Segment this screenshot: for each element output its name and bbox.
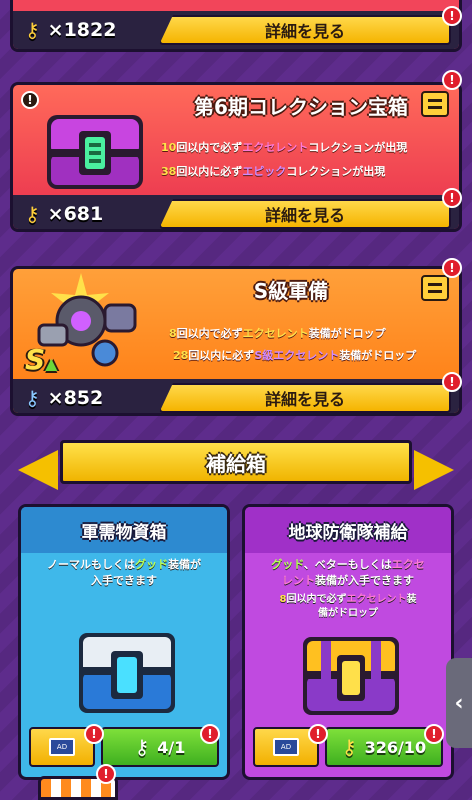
ad-video-icon: AD [273,738,299,756]
keybar: ⚷ ×852 詳細を見る [13,379,459,413]
blue-chest-image [79,633,175,713]
card-military-supply: 軍需物資箱 ノーマルもしくはグッド装備が 入手できます AD ⚷ 4/1 [18,504,230,780]
panel-title: 第6期コレクション宝箱 [194,95,408,119]
key-icon: ⚷ [341,735,357,759]
arrow-right-icon [414,450,454,490]
panel-top: ⚷ ×1822 詳細を見る [10,0,462,52]
keybar: ⚷ ×1822 詳細を見る [13,11,459,49]
drop-rule-1: 8回以内で必ずエクセレント装備がドロップ [169,327,386,340]
key-icon: ⚷ [25,18,40,42]
detail-button[interactable]: 詳細を見る [159,15,451,45]
purple-chest-image [47,115,143,189]
keybar: ⚷ ×681 詳細を見る [13,195,459,229]
alert-badge: ! [442,70,462,90]
key-count-value: ×1822 [47,19,117,41]
key-count: ⚷ ×852 [13,379,153,413]
key-count-value: ×852 [47,387,104,409]
key-icon: ⚷ [134,735,150,759]
gold-purple-chest-image [303,637,399,715]
arrow-left-icon [18,450,58,490]
detail-button[interactable]: 詳細を見る [159,383,451,413]
grade-s-icon: S▲ [25,343,58,376]
side-drawer-handle[interactable]: ‹ [446,658,472,748]
card-description: グッド、ベターもしくはエクセ レント装備が入手できます [271,558,425,587]
panel-s-grade-armament: S級軍備 S▲ 8回以内で必ずエクセレント装備がドロップ 28回以内に必ずS級エ… [10,266,462,416]
alert-badge: ! [96,764,116,784]
panel-title: S級軍備 [253,279,329,303]
chevron-left-icon: ‹ [454,690,464,716]
detail-button[interactable]: 詳細を見る [159,199,451,229]
key-icon: ⚷ [25,202,40,226]
key-count: ⚷ ×681 [13,195,153,229]
card-description: ノーマルもしくはグッド装備が 入手できます [47,558,201,587]
alert-badge: ! [200,724,220,744]
card-guarantee: 8回以内で必ずエクセレント装 備がドロップ [279,594,417,619]
ad-video-icon: AD [49,738,75,756]
card-title: 地球防衛隊補給 [245,507,451,553]
supply-banner: 補給箱 [60,440,412,484]
info-icon[interactable]: ! [21,91,39,109]
drop-rule-2: 38回以内に必ずエピックコレクションが出現 [161,165,386,178]
card-earth-defense-supply: 地球防衛隊補給 グッド、ベターもしくはエクセ レント装備が入手できます 8回以内… [242,504,454,780]
key-count: ⚷ ×1822 [13,11,153,49]
alert-badge: ! [442,188,462,208]
alert-badge: ! [442,258,462,278]
alert-badge: ! [442,6,462,26]
panel-collection-chest: ! 第6期コレクション宝箱 10回以内で必ずエクセレントコレクションが出現 38… [10,82,462,232]
drop-rule-1: 10回以内で必ずエクセレントコレクションが出現 [161,141,408,154]
key-count-value: ×681 [47,203,104,225]
card-title: 軍需物資箱 [21,507,227,553]
alert-badge: ! [84,724,104,744]
alert-badge: ! [424,724,444,744]
alert-badge: ! [442,372,462,392]
alert-badge: ! [308,724,328,744]
drop-rule-2: 28回以内に必ずS級エクセレント装備がドロップ [173,349,417,362]
list-icon[interactable] [421,91,449,117]
list-icon[interactable] [421,275,449,301]
key-icon: ⚷ [25,386,40,410]
